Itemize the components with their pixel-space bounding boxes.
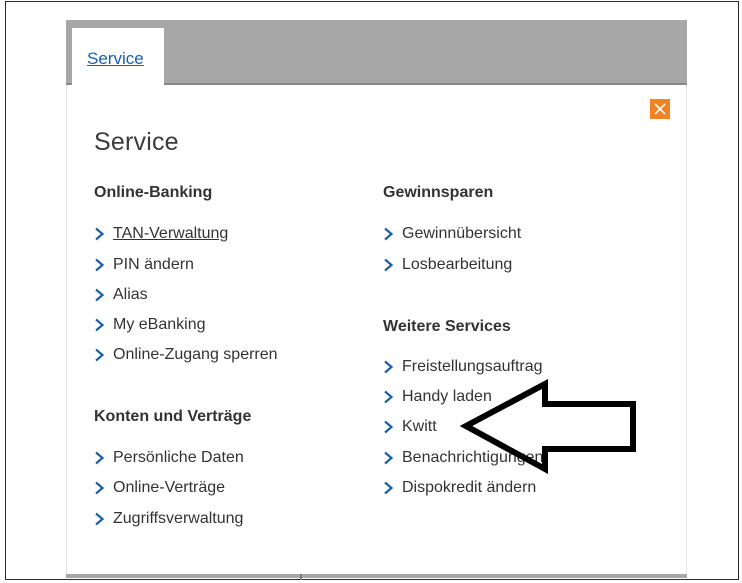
link-online-zugang-sperren[interactable]: Online-Zugang sperren: [94, 344, 278, 366]
link-kwitt[interactable]: Kwitt: [383, 416, 437, 438]
link-alias[interactable]: Alias: [94, 284, 148, 306]
chevron-right-icon: [95, 348, 105, 362]
chevron-right-icon: [95, 227, 105, 241]
link-label[interactable]: Online-Verträge: [113, 479, 225, 497]
link-pin-aendern[interactable]: PIN ändern: [94, 254, 194, 276]
chevron-right-icon: [95, 288, 105, 302]
tab-service[interactable]: Service: [72, 28, 164, 85]
link-label[interactable]: Alias: [113, 286, 148, 304]
chevron-right-icon: [384, 390, 394, 404]
close-icon: [654, 103, 666, 115]
link-label[interactable]: TAN-Verwaltung: [113, 225, 228, 243]
link-label[interactable]: Online-Zugang sperren: [113, 346, 278, 364]
section-heading-gewinnsparen: Gewinnsparen: [383, 184, 494, 201]
section-heading-online-banking: Online-Banking: [94, 184, 213, 201]
link-dispokredit-aendern[interactable]: Dispokredit ändern: [383, 477, 536, 499]
chevron-right-icon: [384, 451, 394, 465]
panel-bottom-bar: [66, 574, 687, 578]
link-label[interactable]: Freistellungsauftrag: [402, 358, 543, 376]
link-label[interactable]: Gewinnübersicht: [402, 225, 521, 243]
link-label[interactable]: Handy laden: [402, 388, 492, 406]
link-my-ebanking[interactable]: My eBanking: [94, 314, 206, 336]
link-label[interactable]: Kwitt: [402, 418, 437, 436]
chevron-right-icon: [95, 451, 105, 465]
chevron-right-icon: [95, 512, 105, 526]
link-label[interactable]: Benachrichtigungen: [402, 449, 543, 467]
section-heading-konten-und-vertraege: Konten und Verträge: [94, 408, 252, 425]
link-label[interactable]: Zugriffsverwaltung: [113, 510, 243, 528]
link-label[interactable]: PIN ändern: [113, 256, 194, 274]
chevron-right-icon: [95, 258, 105, 272]
chevron-right-icon: [384, 258, 394, 272]
link-handy-laden[interactable]: Handy laden: [383, 386, 492, 408]
chevron-right-icon: [384, 227, 394, 241]
panel-bottom-divider: [300, 574, 302, 580]
link-benachrichtigungen[interactable]: Benachrichtigungen: [383, 447, 543, 469]
link-zugriffsverwaltung[interactable]: Zugriffsverwaltung: [94, 508, 243, 530]
section-heading-weitere-services: Weitere Services: [383, 318, 511, 335]
link-gewinnuebersicht[interactable]: Gewinnübersicht: [383, 223, 521, 245]
link-online-vertraege[interactable]: Online-Verträge: [94, 477, 225, 499]
link-label[interactable]: Losbearbeitung: [402, 256, 512, 274]
chevron-right-icon: [95, 318, 105, 332]
link-label[interactable]: Dispokredit ändern: [402, 479, 536, 497]
tab-service-label[interactable]: Service: [87, 49, 144, 69]
close-button[interactable]: [650, 99, 670, 119]
link-tan-verwaltung[interactable]: TAN-Verwaltung: [94, 223, 228, 245]
chevron-right-icon: [95, 481, 105, 495]
link-losbearbeitung[interactable]: Losbearbeitung: [383, 254, 512, 276]
chevron-right-icon: [384, 481, 394, 495]
link-freistellungsauftrag[interactable]: Freistellungsauftrag: [383, 356, 543, 378]
panel-title: Service: [94, 128, 179, 156]
chevron-right-icon: [384, 360, 394, 374]
link-persoenliche-daten[interactable]: Persönliche Daten: [94, 447, 244, 469]
link-label[interactable]: Persönliche Daten: [113, 449, 244, 467]
link-label[interactable]: My eBanking: [113, 316, 206, 334]
chevron-right-icon: [384, 420, 394, 434]
